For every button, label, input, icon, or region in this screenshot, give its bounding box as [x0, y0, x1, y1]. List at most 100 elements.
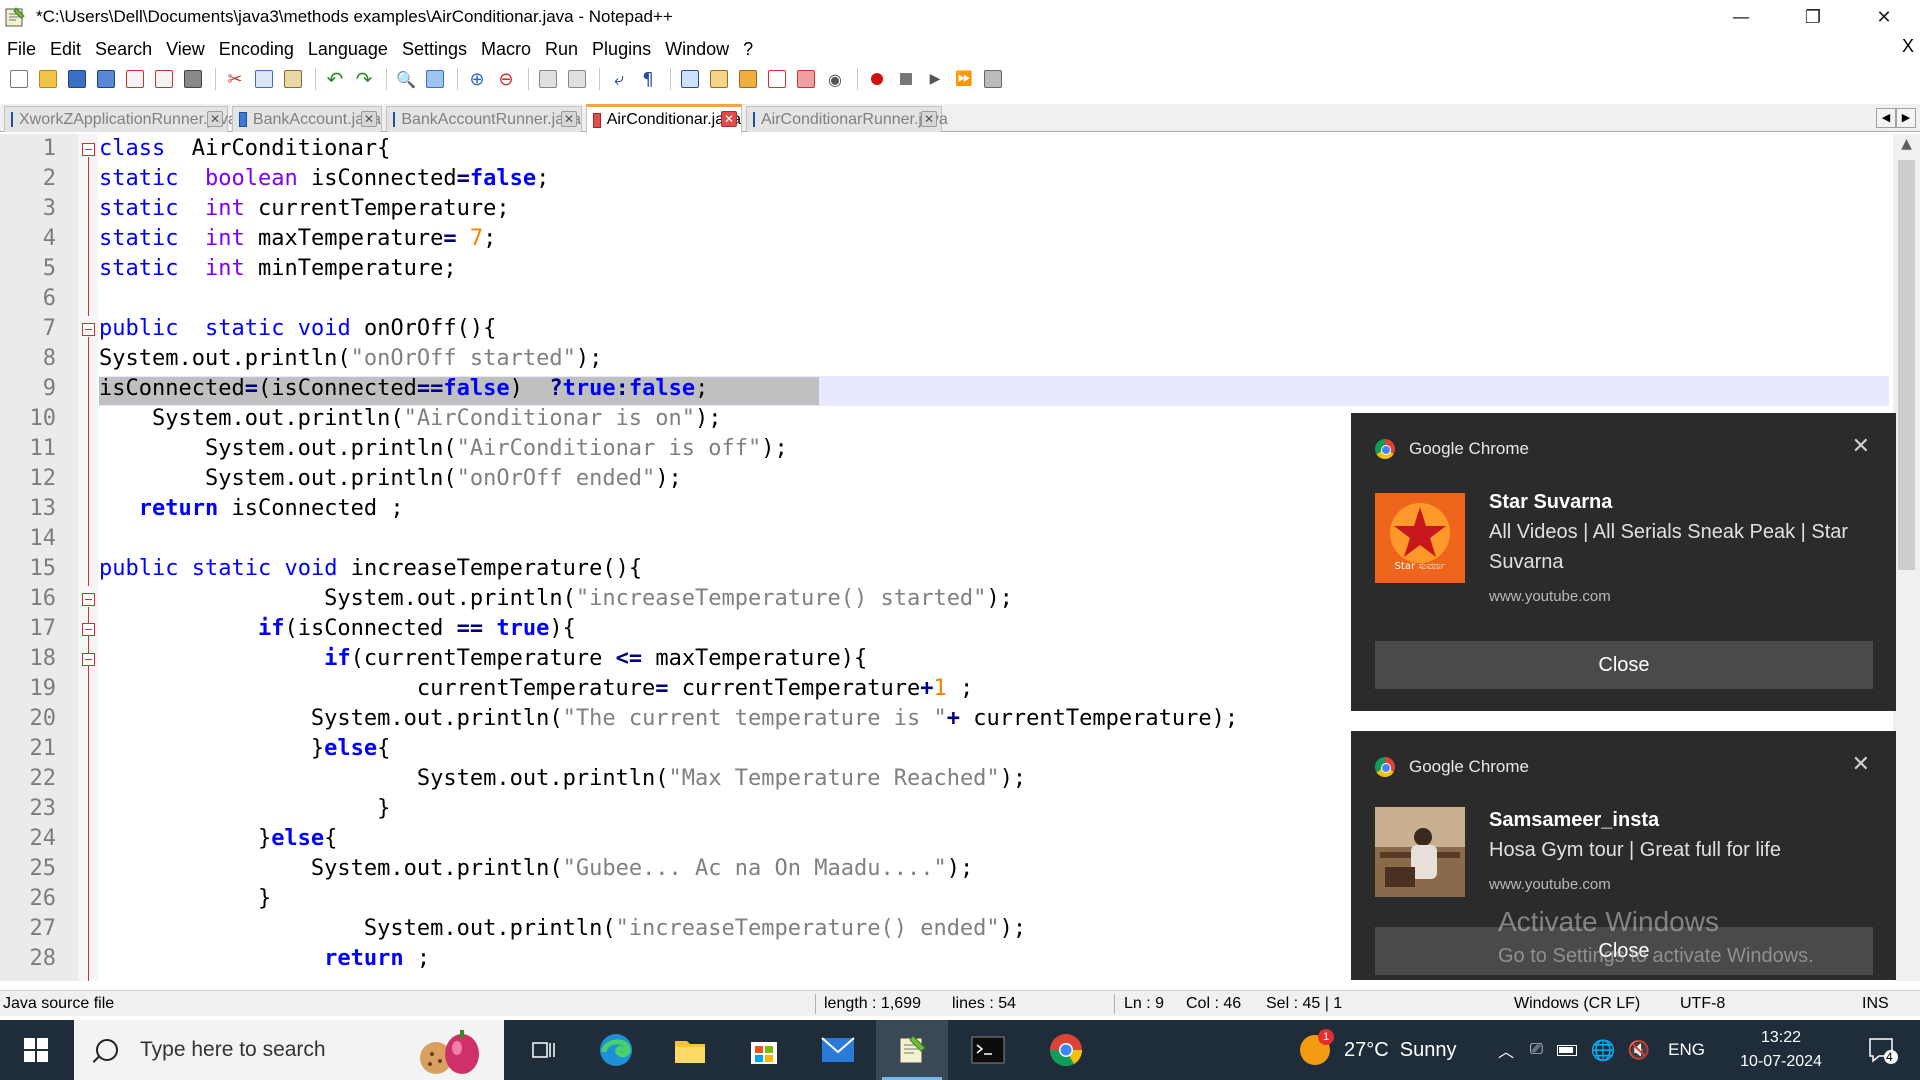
chrome-icon: [1375, 757, 1395, 777]
print-icon[interactable]: [180, 66, 206, 92]
udl-icon[interactable]: [706, 66, 732, 92]
code-line-27: System.out.println("increaseTemperature(…: [99, 916, 1027, 941]
save-all-icon[interactable]: [93, 66, 119, 92]
save-macro-icon[interactable]: [980, 66, 1006, 92]
chrome-taskbar-icon[interactable]: [1030, 1020, 1102, 1080]
menu-edit[interactable]: Edit: [43, 39, 88, 60]
document-close-button[interactable]: X: [1902, 36, 1914, 57]
maximize-button[interactable]: ❐: [1777, 0, 1849, 34]
meet-now-icon[interactable]: ⎚: [1530, 1041, 1543, 1059]
minimize-button[interactable]: —: [1705, 0, 1777, 34]
menu-plugins[interactable]: Plugins: [585, 39, 658, 60]
tab-close-icon[interactable]: ✕: [561, 111, 577, 127]
chrome-notification-samsameer[interactable]: Google Chrome ✕ Samsameer_insta Hosa Gym…: [1351, 731, 1896, 980]
battery-icon[interactable]: [1556, 1044, 1577, 1056]
microsoft-store-icon[interactable]: [728, 1020, 800, 1080]
clock-time: 13:22: [1760, 1029, 1802, 1046]
menu-language[interactable]: Language: [301, 39, 395, 60]
notepadpp-taskbar-icon[interactable]: [876, 1020, 948, 1080]
menu-settings[interactable]: Settings: [395, 39, 474, 60]
mail-icon[interactable]: [802, 1020, 874, 1080]
notification-close-icon[interactable]: ✕: [1852, 751, 1870, 777]
tab-close-icon[interactable]: ✕: [361, 111, 377, 127]
scroll-up-arrow-icon[interactable]: ▲: [1893, 136, 1920, 158]
tab-close-icon[interactable]: ✕: [207, 111, 223, 127]
sync-horizontal-icon[interactable]: [564, 66, 590, 92]
tab-air-conditionar-runner[interactable]: AirConditionarRunner.java ✕: [746, 106, 948, 132]
tab-bank-account-runner[interactable]: BankAccountRunner.java ✕: [386, 106, 582, 132]
fold-toggle-icon[interactable]: [82, 593, 95, 606]
menu-view[interactable]: View: [159, 39, 212, 60]
command-prompt-icon[interactable]: [952, 1020, 1024, 1080]
replace-icon[interactable]: [422, 66, 448, 92]
activate-windows-watermark: Activate Windows: [1498, 906, 1719, 937]
show-all-chars-icon[interactable]: ¶: [635, 66, 661, 92]
notification-close-button[interactable]: Close: [1375, 641, 1873, 689]
notification-center-icon[interactable]: 4: [1846, 1020, 1920, 1080]
file-explorer-icon[interactable]: [654, 1020, 726, 1080]
open-file-icon[interactable]: [35, 66, 61, 92]
cut-icon[interactable]: ✂: [222, 66, 248, 92]
taskbar-clock[interactable]: 13:22 10-07-2024: [1736, 1026, 1826, 1074]
input-language[interactable]: ENG: [1668, 1040, 1705, 1060]
menu-file[interactable]: File: [0, 39, 43, 60]
fold-toggle-icon[interactable]: [82, 323, 95, 336]
weather-widget[interactable]: 1 27°C Sunny: [1300, 1020, 1457, 1080]
tab-close-icon[interactable]: ✕: [721, 111, 737, 127]
copy-icon[interactable]: [251, 66, 277, 92]
run-macro-multiple-icon[interactable]: ⏩: [951, 66, 977, 92]
record-macro-icon[interactable]: [864, 66, 890, 92]
paste-icon[interactable]: [280, 66, 306, 92]
save-icon[interactable]: [64, 66, 90, 92]
notification-close-icon[interactable]: ✕: [1852, 433, 1870, 459]
sync-vertical-icon[interactable]: [535, 66, 561, 92]
fold-toggle-icon[interactable]: [82, 653, 95, 666]
tab-label: BankAccountRunner.java: [401, 110, 581, 128]
taskbar-search-input[interactable]: [140, 1038, 400, 1062]
tab-label: AirConditionarRunner.java: [761, 110, 948, 128]
fold-toggle-icon[interactable]: [82, 143, 95, 156]
menu-search[interactable]: Search: [88, 39, 159, 60]
task-view-icon[interactable]: [508, 1020, 580, 1080]
tab-scroll-right-button[interactable]: ▶: [1896, 108, 1916, 128]
monitoring-icon[interactable]: ◉: [822, 66, 848, 92]
tab-xworkz-application-runner[interactable]: XworkZApplicationRunner.java ✕: [4, 106, 237, 132]
tab-close-icon[interactable]: ✕: [921, 111, 937, 127]
zoom-in-icon[interactable]: ⊕: [464, 66, 490, 92]
tab-scroll-left-button[interactable]: ◀: [1876, 108, 1896, 128]
taskbar-search[interactable]: [74, 1020, 504, 1080]
file-icon: [11, 112, 13, 127]
windows-logo-icon: [24, 1038, 48, 1062]
fold-toggle-icon[interactable]: [82, 623, 95, 636]
chrome-notification-star-suvarna[interactable]: Google Chrome ✕ Star ಸುವರ್ಣ Star Suvarna…: [1351, 413, 1896, 711]
folder-workspace-icon[interactable]: [793, 66, 819, 92]
indent-guide-icon[interactable]: [677, 66, 703, 92]
close-all-icon[interactable]: [151, 66, 177, 92]
start-button[interactable]: [0, 1020, 72, 1080]
show-hidden-icons-chevron-icon[interactable]: ︿: [1498, 1038, 1514, 1062]
new-file-icon[interactable]: [6, 66, 32, 92]
volume-muted-icon[interactable]: 🔇: [1628, 1040, 1650, 1061]
menu-help[interactable]: ?: [736, 39, 760, 60]
undo-icon[interactable]: ↶: [322, 66, 348, 92]
vertical-scrollbar[interactable]: ▲: [1893, 134, 1920, 981]
redo-icon[interactable]: ↷: [351, 66, 377, 92]
play-macro-icon[interactable]: ▶: [922, 66, 948, 92]
word-wrap-icon[interactable]: ⤶: [606, 66, 632, 92]
menu-run[interactable]: Run: [538, 39, 585, 60]
scrollbar-thumb[interactable]: [1898, 160, 1915, 570]
tab-bank-account[interactable]: BankAccount.java ✕: [232, 106, 382, 132]
tab-air-conditionar[interactable]: AirConditionar.java ✕: [586, 104, 742, 133]
zoom-out-icon[interactable]: ⊖: [493, 66, 519, 92]
doc-map-icon[interactable]: [735, 66, 761, 92]
close-file-icon[interactable]: [122, 66, 148, 92]
menu-window[interactable]: Window: [658, 39, 736, 60]
network-globe-icon[interactable]: 🌐: [1591, 1038, 1616, 1063]
stop-macro-icon[interactable]: [893, 66, 919, 92]
edge-browser-icon[interactable]: [580, 1020, 652, 1080]
window-close-button[interactable]: ✕: [1848, 0, 1920, 34]
menu-encoding[interactable]: Encoding: [212, 39, 301, 60]
find-icon[interactable]: 🔍: [393, 66, 419, 92]
menu-macro[interactable]: Macro: [474, 39, 538, 60]
function-list-icon[interactable]: [764, 66, 790, 92]
